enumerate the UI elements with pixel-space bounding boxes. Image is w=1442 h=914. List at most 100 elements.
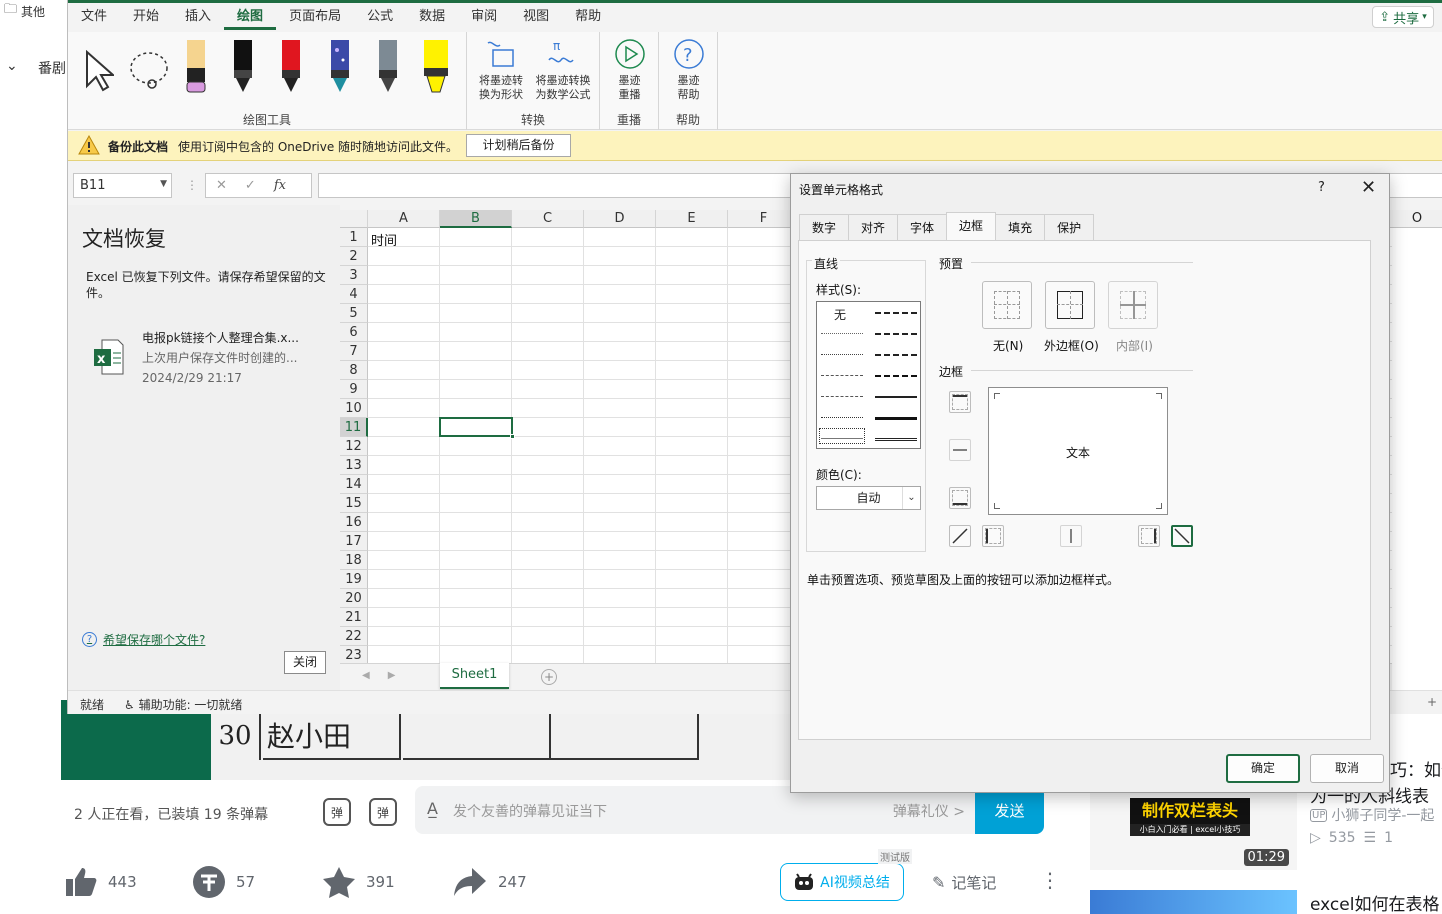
nav-item-anime[interactable]: 番剧 <box>38 58 66 78</box>
schedule-backup-button[interactable]: 计划稍后备份 <box>466 134 571 157</box>
row-header[interactable]: 9 <box>340 380 368 399</box>
ink-to-math-button[interactable]: 将墨迹转换 为数学公式 <box>527 74 599 102</box>
line-style-list[interactable]: 无 <box>816 301 921 449</box>
next-sheet-icon[interactable]: ▶ <box>388 670 396 681</box>
recovered-file-item[interactable]: x 电报pk链接个人整理合集.x... 上次用户保存文件时创建的... 2024… <box>90 325 330 385</box>
row-header[interactable]: 7 <box>340 342 368 361</box>
row-header[interactable]: 22 <box>340 627 368 646</box>
nav-folder-other[interactable]: 🗀 其他 <box>0 0 62 22</box>
border-diagonal-down-button[interactable] <box>1171 525 1193 547</box>
column-header[interactable]: C <box>512 210 584 228</box>
menu-tab-4[interactable]: 页面布局 <box>276 6 354 30</box>
select-cursor-icon[interactable] <box>84 50 114 92</box>
row-header[interactable]: 13 <box>340 456 368 475</box>
row-header[interactable]: 23 <box>340 646 368 663</box>
coin-button[interactable]: 57 <box>192 862 255 902</box>
style-none[interactable]: 无 <box>834 306 846 323</box>
cell-a1[interactable]: 时间 <box>371 230 397 249</box>
galaxy-pen-icon[interactable] <box>329 40 351 96</box>
recovery-close-button[interactable]: 关闭 <box>284 651 326 674</box>
note-button[interactable]: ✎ 记笔记 <box>932 872 996 893</box>
ink-help-icon[interactable]: ? <box>673 38 705 70</box>
row-header[interactable]: 6 <box>340 323 368 342</box>
recovery-help-link[interactable]: ? 希望保存哪个文件? <box>82 631 205 648</box>
row-header[interactable]: 12 <box>340 437 368 456</box>
cancel-button[interactable]: 取消 <box>1310 754 1384 783</box>
function-icon[interactable]: fx <box>274 178 286 193</box>
preset-outline-button[interactable] <box>1045 281 1095 329</box>
recommended-video-thumbnail[interactable]: 制作双栏表头 小白入门必看 | excel小技巧 01:29 <box>1090 790 1297 870</box>
row-header[interactable]: 10 <box>340 399 368 418</box>
column-header[interactable]: D <box>584 210 656 228</box>
ink-help-button[interactable]: 墨迹 帮助 <box>659 74 718 102</box>
like-button[interactable]: 443 <box>64 862 137 902</box>
favorite-button[interactable]: 391 <box>322 862 395 902</box>
more-icon[interactable]: ⋮ <box>1040 868 1060 892</box>
fill-handle[interactable] <box>510 434 515 439</box>
menu-tab-7[interactable]: 审阅 <box>458 6 510 30</box>
color-select[interactable]: 自动 ⌄ <box>816 486 921 510</box>
recommended-video-title[interactable]: 巧：如何 <box>1390 760 1442 782</box>
chevron-down-icon[interactable]: ▼ <box>160 179 167 189</box>
border-middle-button[interactable] <box>949 439 971 461</box>
prev-sheet-icon[interactable]: ◀ <box>362 670 370 681</box>
row-header[interactable]: 8 <box>340 361 368 380</box>
border-bottom-button[interactable] <box>949 487 971 509</box>
column-header[interactable]: A <box>368 210 440 228</box>
zoom-in-icon[interactable]: + <box>1427 695 1437 709</box>
row-header[interactable]: 18 <box>340 551 368 570</box>
recommended-video-thumbnail-2[interactable] <box>1090 890 1297 914</box>
danmu-input[interactable]: A̲ 发个友善的弹幕见证当下 弹幕礼仪 > <box>415 786 975 834</box>
recommended-video-title-2[interactable]: excel如何在表格 <box>1310 890 1439 914</box>
row-header[interactable]: 20 <box>340 589 368 608</box>
column-header[interactable]: E <box>656 210 728 228</box>
chevron-down-icon[interactable]: ⌄ <box>902 487 920 509</box>
row-header[interactable]: 21 <box>340 608 368 627</box>
help-icon[interactable]: ? <box>1318 180 1325 195</box>
menu-tab-2[interactable]: 插入 <box>172 6 224 30</box>
cancel-icon[interactable]: ✕ <box>216 178 227 193</box>
lasso-select-icon[interactable] <box>128 50 170 92</box>
close-icon[interactable]: ✕ <box>1361 177 1376 198</box>
border-center-button[interactable] <box>1060 525 1082 547</box>
menu-tab-8[interactable]: 视图 <box>510 6 562 30</box>
pencil-icon[interactable] <box>377 40 399 96</box>
row-header[interactable]: 2 <box>340 247 368 266</box>
menu-tab-1[interactable]: 开始 <box>120 6 172 30</box>
ink-to-shape-icon[interactable] <box>485 38 517 70</box>
send-button[interactable]: 发送 <box>975 786 1044 834</box>
menu-tab-5[interactable]: 公式 <box>354 6 406 30</box>
row-header[interactable]: 19 <box>340 570 368 589</box>
row-header[interactable]: 14 <box>340 475 368 494</box>
more-options-icon[interactable]: ⋮ <box>186 178 198 192</box>
dialog-tab-1[interactable]: 对齐 <box>848 214 899 240</box>
select-all-corner[interactable] <box>340 210 368 228</box>
row-header[interactable]: 5 <box>340 304 368 323</box>
border-left-button[interactable] <box>982 525 1004 547</box>
share-button[interactable]: 247 <box>452 862 527 902</box>
menu-tab-0[interactable]: 文件 <box>68 6 120 30</box>
danmu-settings-icon[interactable]: 弹 <box>369 798 397 826</box>
ink-to-math-icon[interactable]: π <box>545 38 577 70</box>
row-header[interactable]: 4 <box>340 285 368 304</box>
row-header[interactable]: 15 <box>340 494 368 513</box>
danmu-toggle-icon[interactable]: 弹 <box>323 798 351 826</box>
border-right-button[interactable] <box>1138 525 1160 547</box>
ink-replay-icon[interactable] <box>614 38 646 70</box>
share-workbook-button[interactable]: ⇪ 共享 ▾ <box>1372 6 1434 28</box>
ai-summary-button[interactable]: AI视频总结 <box>780 863 904 901</box>
danmu-etiquette-link[interactable]: 弹幕礼仪 > <box>893 801 965 821</box>
row-header[interactable]: 16 <box>340 513 368 532</box>
black-pen-icon[interactable] <box>232 40 254 96</box>
row-header[interactable]: 1 <box>340 228 368 247</box>
column-header-o[interactable]: O <box>1392 210 1442 228</box>
eraser-pen-icon[interactable] <box>185 40 207 96</box>
border-diagonal-up-button[interactable] <box>949 525 971 547</box>
menu-tab-3[interactable]: 绘图 <box>224 6 277 30</box>
border-top-button[interactable] <box>949 391 971 413</box>
dialog-tab-4[interactable]: 填充 <box>995 214 1046 240</box>
status-accessibility[interactable]: ♿ 辅助功能: 一切就绪 <box>124 696 242 713</box>
text-style-icon[interactable]: A̲ <box>427 799 438 818</box>
dialog-tab-3[interactable]: 边框 <box>946 212 997 240</box>
chevron-down-icon[interactable]: ⌄ <box>6 58 18 74</box>
